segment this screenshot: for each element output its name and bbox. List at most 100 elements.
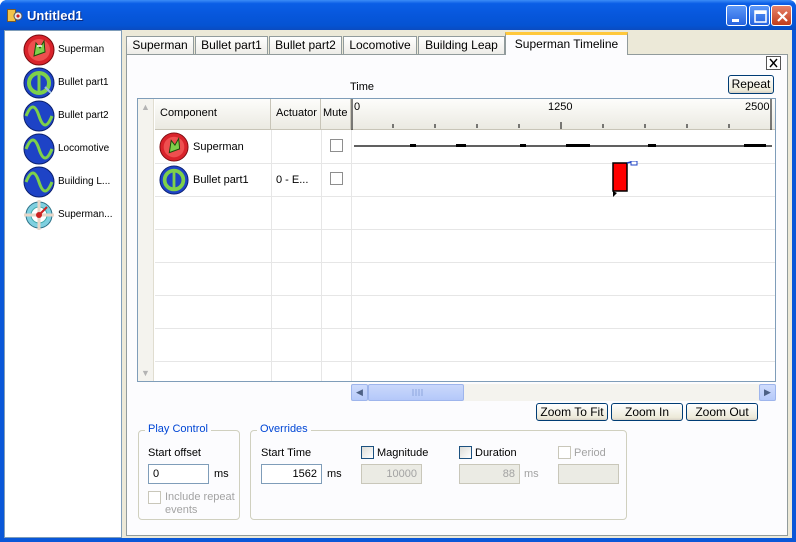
include-repeat-label-2: events — [165, 504, 198, 516]
row-actuator: 0 - E... — [276, 174, 309, 186]
row-divider — [155, 295, 775, 296]
window-title: Untitled1 — [27, 8, 83, 23]
start-offset-field[interactable]: 0 — [148, 464, 209, 484]
period-field[interactable] — [558, 464, 619, 484]
magnitude-checkbox[interactable] — [361, 446, 374, 459]
repeat-button[interactable]: Repeat — [728, 75, 774, 94]
ruler-tick-label: 0 — [354, 101, 361, 113]
list-item-label: Bullet part1 — [58, 77, 109, 88]
zoom-out-button[interactable]: Zoom Out — [686, 403, 758, 421]
list-item[interactable]: Bullet part1 — [23, 67, 123, 99]
magnitude-label: Magnitude — [377, 447, 429, 459]
tab-bullet-part1[interactable]: Bullet part1 — [195, 36, 268, 55]
tab-building-leap[interactable]: Building Leap — [418, 36, 505, 55]
horizontal-scrollbar[interactable]: ◀ ▶ — [351, 384, 776, 401]
bullet-icon — [23, 67, 55, 99]
list-item[interactable]: Building L... — [23, 166, 123, 198]
mute-checkbox[interactable] — [330, 139, 343, 152]
overrides-group: Overrides Start Time 1562 ms Magnitude 1… — [250, 423, 627, 520]
include-repeat-checkbox[interactable] — [148, 491, 161, 504]
app-window: Untitled1 Superman Bullet part1 Bullet p… — [0, 0, 796, 542]
app-icon — [7, 9, 23, 22]
maximize-icon — [754, 10, 767, 23]
zoom-in-button[interactable]: Zoom In — [611, 403, 683, 421]
duration-checkbox[interactable] — [459, 446, 472, 459]
play-control-title: Play Control — [145, 423, 211, 435]
list-item-label: Locomotive — [58, 143, 110, 154]
list-item[interactable]: Superman — [23, 34, 123, 66]
mute-checkbox[interactable] — [330, 172, 343, 185]
row-divider — [155, 361, 775, 362]
period-label: Period — [574, 447, 606, 459]
list-item[interactable]: Superman... — [23, 199, 123, 230]
list-item-label: Building L... — [58, 176, 111, 187]
title-bar[interactable]: Untitled1 — [0, 0, 796, 30]
superman-icon — [23, 34, 55, 66]
wave-icon — [23, 166, 55, 198]
zoom-to-fit-button[interactable]: Zoom To Fit — [536, 403, 608, 421]
row-divider — [155, 229, 775, 230]
list-item-label: Bullet part2 — [58, 110, 109, 121]
close-icon — [777, 11, 788, 22]
list-item[interactable]: Locomotive — [23, 133, 123, 165]
scroll-right-icon[interactable]: ▶ — [759, 384, 776, 401]
row-divider — [155, 196, 775, 197]
column-divider — [271, 130, 272, 381]
minimize-icon — [732, 19, 739, 22]
overrides-title: Overrides — [257, 423, 311, 435]
magnitude-field[interactable]: 10000 — [361, 464, 422, 484]
list-item-label: Superman — [58, 44, 105, 55]
vertical-scrollbar[interactable]: ▲ ▼ — [138, 99, 154, 381]
period-checkbox[interactable] — [558, 446, 571, 459]
start-time-unit: ms — [327, 468, 342, 480]
time-ruler: 0 1250 2500 — [351, 99, 775, 130]
close-panel-button[interactable] — [766, 56, 781, 70]
start-offset-label: Start offset — [148, 447, 201, 459]
row-divider — [155, 262, 775, 263]
scroll-down-icon[interactable]: ▼ — [138, 365, 153, 381]
column-divider — [351, 130, 352, 381]
row-component-name: Superman — [193, 141, 244, 153]
play-control-group: Play Control Start offset 0 ms Include r… — [138, 423, 240, 520]
minimize-button[interactable] — [726, 5, 747, 26]
include-repeat-label: Include repeat — [165, 491, 235, 503]
column-header-component[interactable]: Component — [155, 99, 271, 130]
ruler-tick-label: 1250 — [548, 101, 573, 113]
list-item[interactable]: Bullet part2 — [23, 100, 123, 132]
column-divider — [321, 130, 322, 381]
tab-bullet-part2[interactable]: Bullet part2 — [269, 36, 342, 55]
tab-locomotive[interactable]: Locomotive — [343, 36, 417, 55]
timeline-icon — [24, 200, 54, 230]
scroll-thumb[interactable] — [368, 384, 464, 401]
scroll-up-icon[interactable]: ▲ — [138, 99, 153, 115]
row-component-name: Bullet part1 — [193, 174, 249, 186]
time-caption: Time — [350, 81, 375, 93]
row-divider — [155, 163, 775, 164]
superman-track — [354, 144, 772, 147]
column-header-mute[interactable]: Mute — [321, 99, 351, 130]
column-header-actuator[interactable]: Actuator — [271, 99, 321, 130]
close-icon — [769, 58, 778, 68]
wave-icon — [23, 133, 55, 165]
ruler-tick-label: 2500 — [745, 101, 770, 113]
start-time-label: Start Time — [261, 447, 312, 459]
scroll-left-icon[interactable]: ◀ — [351, 384, 368, 401]
wave-icon — [23, 100, 55, 132]
duration-unit: ms — [524, 468, 539, 480]
close-window-button[interactable] — [771, 5, 792, 26]
bullet-icon — [159, 165, 189, 195]
start-time-field[interactable]: 1562 — [261, 464, 322, 484]
superman-icon — [159, 132, 189, 162]
grip-icon — [412, 389, 423, 396]
timeline-grid[interactable]: ▲ ▼ Component Actuator Mute 0 1250 2500 … — [137, 98, 776, 382]
event-block[interactable] — [612, 161, 640, 201]
maximize-button[interactable] — [749, 5, 770, 26]
list-item-label: Superman... — [58, 209, 113, 220]
component-list[interactable]: Superman Bullet part1 Bullet part2 Locom… — [4, 30, 122, 538]
duration-field[interactable]: 88 — [459, 464, 520, 484]
tab-superman-timeline[interactable]: Superman Timeline — [505, 32, 628, 55]
tab-superman[interactable]: Superman — [126, 36, 194, 55]
row-divider — [155, 328, 775, 329]
duration-label: Duration — [475, 447, 517, 459]
start-offset-unit: ms — [214, 468, 229, 480]
